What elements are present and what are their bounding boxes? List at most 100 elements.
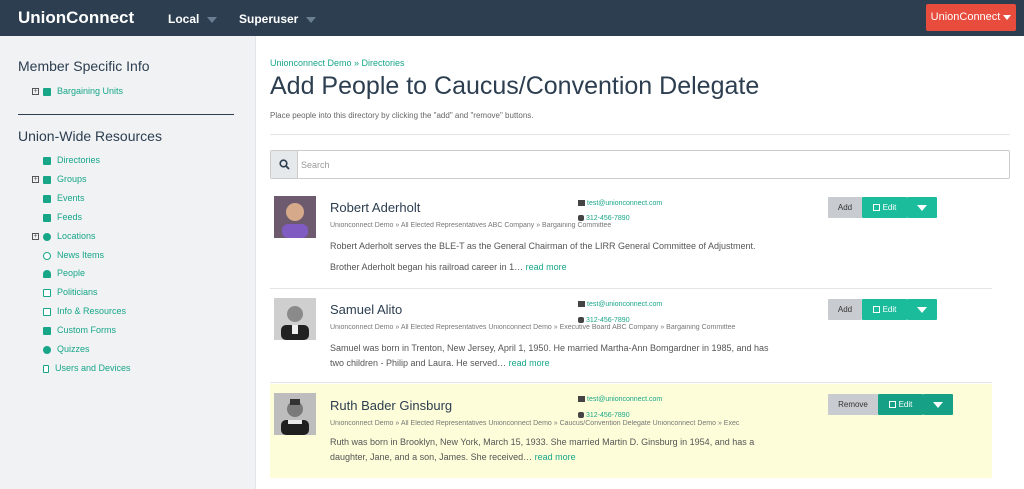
- avatar: [274, 298, 316, 340]
- envelope-icon: [578, 301, 585, 308]
- phone-icon: [578, 215, 584, 222]
- nav-local-dropdown[interactable]: Local: [168, 12, 218, 26]
- sidebar-item-label: Politicians: [57, 287, 98, 297]
- edit-button[interactable]: Edit: [862, 299, 907, 320]
- breadcrumb[interactable]: Unionconnect Demo » Directories: [270, 58, 405, 68]
- sidebar-item-users-devices[interactable]: Users and Devices: [32, 361, 131, 375]
- person-name[interactable]: Samuel Alito: [330, 302, 402, 317]
- users-icon: [43, 175, 51, 184]
- email-text: test@unionconnect.com: [587, 396, 663, 403]
- edit-icon: [888, 401, 896, 409]
- envelope-icon: [578, 396, 585, 403]
- globe-icon: [43, 232, 51, 241]
- sidebar-item-events[interactable]: Events: [32, 191, 85, 205]
- bio-text: Robert Aderholt serves the BLE-T as the …: [330, 241, 756, 251]
- page-subtitle: Place people into this directory by clic…: [270, 111, 534, 120]
- sidebar-item-quizzes[interactable]: Quizzes: [32, 342, 90, 356]
- phone-text: 312-456-7890: [586, 412, 630, 419]
- chevron-down-icon: [306, 16, 317, 23]
- add-button[interactable]: Add: [828, 197, 862, 218]
- sidebar-item-news-items[interactable]: News Items: [32, 248, 104, 262]
- nav-superuser-label: Superuser: [239, 12, 299, 26]
- expand-icon[interactable]: +: [32, 233, 39, 241]
- sidebar-item-feeds[interactable]: Feeds: [32, 210, 82, 224]
- person-email[interactable]: test@unionconnect.com: [578, 396, 662, 403]
- add-button[interactable]: Add: [828, 299, 862, 320]
- options-dropdown-button[interactable]: [907, 299, 937, 320]
- account-button-label: UnionConnect: [930, 11, 1001, 23]
- person-directories: Unionconnect Demo » All Elected Represen…: [330, 420, 740, 427]
- edit-button[interactable]: Edit: [862, 197, 907, 218]
- search-icon: [279, 159, 290, 170]
- phone-text: 312-456-7890: [586, 215, 630, 222]
- caret-down-icon: [917, 205, 927, 211]
- account-dropdown-button[interactable]: UnionConnect: [926, 4, 1016, 31]
- search-input[interactable]: [301, 155, 1001, 174]
- read-more-link[interactable]: read more: [509, 358, 550, 368]
- phone-text: 312-456-7890: [586, 317, 630, 324]
- options-dropdown-button[interactable]: [907, 197, 937, 218]
- sidebar-item-custom-forms[interactable]: Custom Forms: [32, 323, 116, 337]
- person-email[interactable]: test@unionconnect.com: [578, 200, 662, 207]
- bio-text: Ruth was born in Brooklyn, New York, Mar…: [330, 437, 755, 447]
- sidebar-item-label: Feeds: [57, 212, 83, 222]
- bio-text: two children - Philip and Laura. He serv…: [330, 358, 507, 368]
- folder-icon: [43, 307, 51, 316]
- sidebar: Member Specific Info + Bargaining Units U…: [0, 36, 256, 489]
- sidebar-item-bargaining-units[interactable]: + Bargaining Units: [32, 84, 123, 98]
- read-more-link[interactable]: read more: [526, 262, 567, 272]
- sidebar-item-label: People: [57, 268, 86, 278]
- sidebar-item-label: Info & Resources: [57, 306, 127, 316]
- person-bio: Ruth was born in Brooklyn, New York, Mar…: [330, 435, 810, 465]
- person-name[interactable]: Ruth Bader Ginsburg: [330, 398, 452, 413]
- sidebar-item-label: Quizzes: [57, 344, 90, 354]
- person-phone[interactable]: 312-456-7890: [578, 215, 630, 222]
- person-phone[interactable]: 312-456-7890: [578, 412, 630, 419]
- person-name[interactable]: Robert Aderholt: [330, 200, 420, 215]
- sidebar-item-politicians[interactable]: Politicians: [32, 285, 98, 299]
- document-icon: [43, 288, 51, 297]
- sidebar-heading-member: Member Specific Info: [18, 58, 150, 74]
- remove-button[interactable]: Remove: [828, 394, 878, 415]
- chevron-down-icon: [207, 16, 218, 23]
- avatar: [274, 393, 316, 435]
- sidebar-item-label: Directories: [57, 155, 101, 165]
- sidebar-item-label: Groups: [57, 174, 87, 184]
- page-title: Add People to Caucus/Convention Delegate: [270, 72, 760, 100]
- sidebar-item-label: News Items: [57, 250, 105, 260]
- calendar-icon: [43, 194, 51, 203]
- envelope-icon: [578, 200, 585, 207]
- person-phone[interactable]: 312-456-7890: [578, 317, 630, 324]
- phone-icon: [578, 317, 584, 324]
- nav-superuser-dropdown[interactable]: Superuser: [239, 12, 317, 26]
- person-row: Robert Aderholt test@unionconnect.com 31…: [270, 188, 992, 288]
- expand-icon[interactable]: +: [32, 176, 39, 184]
- sidebar-item-info-resources[interactable]: Info & Resources: [32, 304, 126, 318]
- clock-icon: [43, 251, 51, 260]
- sidebar-item-people[interactable]: People: [32, 266, 85, 280]
- truck-icon: [43, 87, 51, 96]
- brand-logo[interactable]: UnionConnect: [18, 8, 134, 28]
- edit-label: Edit: [898, 400, 913, 409]
- edit-button[interactable]: Edit: [878, 394, 923, 415]
- person-row: Samuel Alito test@unionconnect.com 312-4…: [270, 289, 992, 382]
- search-button[interactable]: [271, 151, 298, 178]
- edit-icon: [872, 204, 880, 212]
- person-email[interactable]: test@unionconnect.com: [578, 301, 662, 308]
- sidebar-item-label: Events: [57, 193, 85, 203]
- expand-icon[interactable]: +: [32, 88, 39, 96]
- sidebar-item-directories[interactable]: Directories: [32, 153, 100, 167]
- sidebar-item-label: Users and Devices: [55, 363, 131, 373]
- edit-label: Edit: [882, 305, 897, 314]
- caret-down-icon: [917, 307, 927, 313]
- person-bio: Samuel was born in Trenton, New Jersey, …: [330, 341, 810, 371]
- options-dropdown-button[interactable]: [923, 394, 953, 415]
- sidebar-item-label: Bargaining Units: [57, 86, 124, 96]
- divider: [270, 134, 1010, 135]
- search-bar: [270, 150, 1010, 179]
- read-more-link[interactable]: read more: [535, 452, 576, 462]
- sidebar-item-groups[interactable]: + Groups: [32, 172, 87, 186]
- edit-icon: [872, 306, 880, 314]
- email-text: test@unionconnect.com: [587, 200, 663, 207]
- sidebar-item-locations[interactable]: + Locations: [32, 229, 96, 243]
